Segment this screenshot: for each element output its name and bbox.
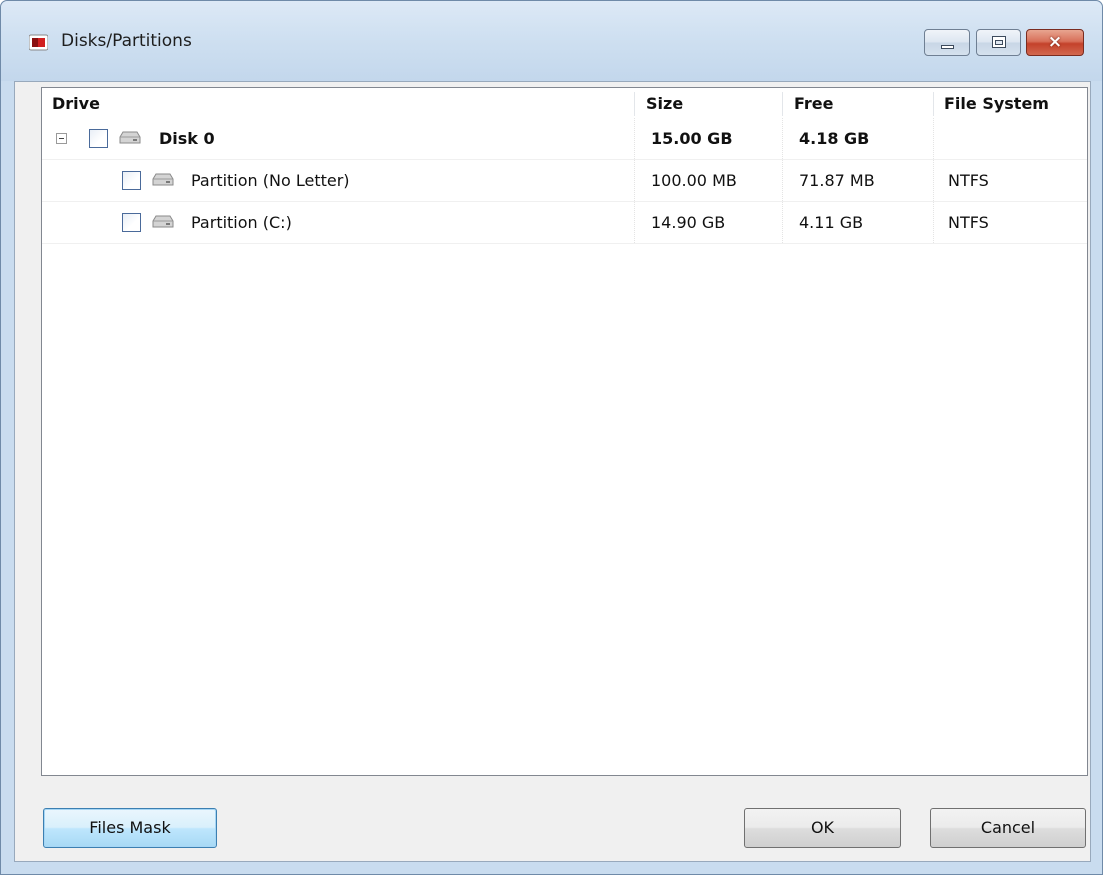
column-separator[interactable] (933, 92, 934, 116)
cell-divider (933, 160, 935, 201)
cancel-button[interactable]: Cancel (930, 808, 1086, 848)
partition-file-system: NTFS (948, 213, 989, 232)
partition-size: 14.90 GB (651, 213, 726, 232)
window-title: Disks/Partitions (61, 31, 192, 51)
cell-divider (634, 202, 636, 243)
drive-name: Disk 0 (159, 129, 215, 148)
drive-icon (152, 173, 174, 186)
cell-divider (782, 160, 784, 201)
table-row-partition-c[interactable]: Partition (C:) 14.90 GB 4.11 GB NTFS (42, 202, 1087, 244)
disks-partitions-window: Disks/Partitions × Drive Size Free File … (0, 0, 1103, 875)
collapse-icon[interactable] (56, 133, 67, 144)
column-header-size[interactable]: Size (646, 88, 683, 118)
partition-size: 100.00 MB (651, 171, 737, 190)
dialog-client-area: Drive Size Free File System Disk 0 15.00… (14, 81, 1091, 862)
files-mask-button[interactable]: Files Mask (43, 808, 217, 848)
ok-button[interactable]: OK (744, 808, 901, 848)
drive-free: 4.18 GB (799, 129, 870, 148)
partition-checkbox[interactable] (122, 213, 141, 232)
partition-file-system: NTFS (948, 171, 989, 190)
partition-free: 71.87 MB (799, 171, 875, 190)
title-bar[interactable]: Disks/Partitions × (1, 1, 1102, 81)
table-row-partition-no-letter[interactable]: Partition (No Letter) 100.00 MB 71.87 MB… (42, 160, 1087, 202)
column-separator[interactable] (634, 92, 635, 116)
close-button[interactable]: × (1026, 29, 1084, 56)
partition-checkbox[interactable] (122, 171, 141, 190)
close-icon: × (1047, 32, 1063, 52)
drives-tree-list[interactable]: Drive Size Free File System Disk 0 15.00… (41, 87, 1088, 776)
app-icon (29, 34, 48, 51)
cell-divider (782, 202, 784, 243)
cell-divider (634, 160, 636, 201)
cell-divider (933, 202, 935, 243)
column-header-drive[interactable]: Drive (52, 88, 100, 118)
maximize-button[interactable] (976, 29, 1021, 56)
table-row-disk-0[interactable]: Disk 0 15.00 GB 4.18 GB (42, 118, 1087, 160)
list-header: Drive Size Free File System (42, 88, 1087, 118)
drive-icon (119, 131, 141, 144)
drive-size: 15.00 GB (651, 129, 733, 148)
drive-icon (152, 215, 174, 228)
column-header-free[interactable]: Free (794, 88, 834, 118)
column-header-file-system[interactable]: File System (944, 88, 1049, 118)
partition-name: Partition (C:) (191, 213, 292, 232)
minimize-button[interactable] (924, 29, 970, 56)
disk-checkbox[interactable] (89, 129, 108, 148)
maximize-icon (992, 36, 1006, 48)
cell-divider (933, 118, 935, 159)
cell-divider (782, 118, 784, 159)
partition-free: 4.11 GB (799, 213, 864, 232)
partition-name: Partition (No Letter) (191, 171, 350, 190)
column-separator[interactable] (782, 92, 783, 116)
minimize-icon (941, 45, 954, 49)
cell-divider (634, 118, 636, 159)
